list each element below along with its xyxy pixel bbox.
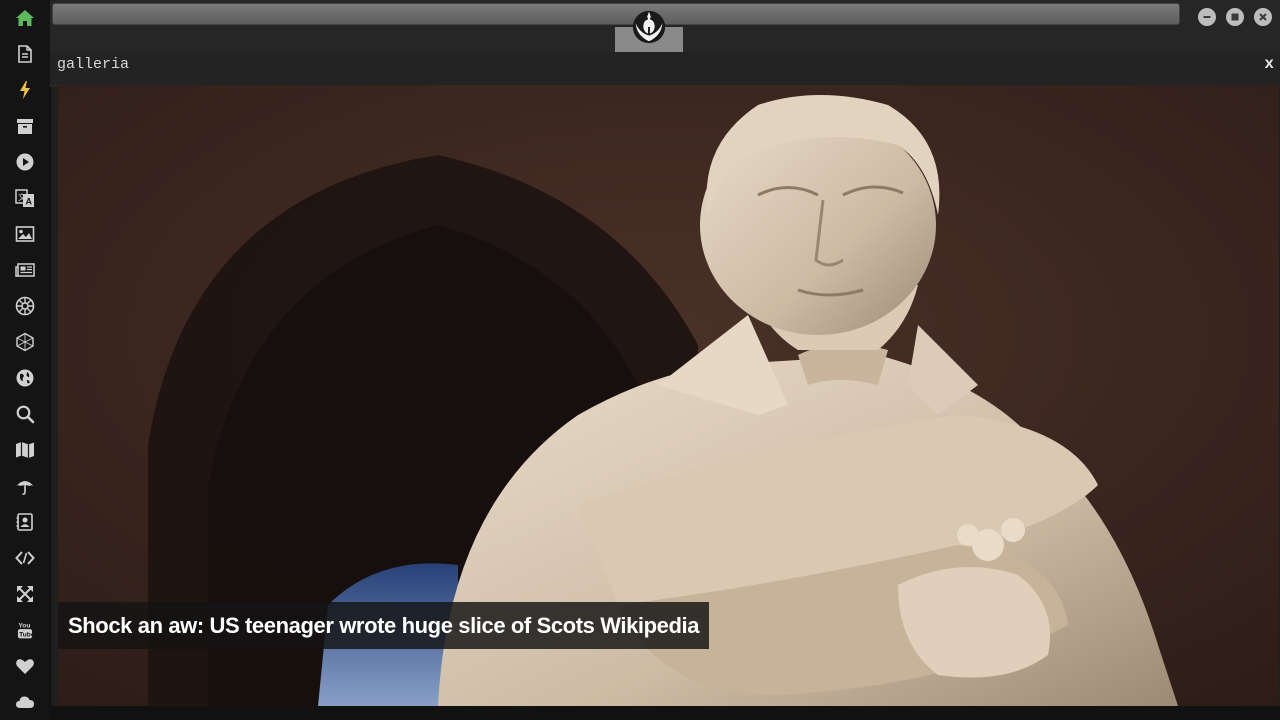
bolt-icon[interactable]: [13, 78, 37, 102]
galactic-empire-icon[interactable]: [13, 294, 37, 318]
translate-icon[interactable]: 文A: [13, 186, 37, 210]
cloud-icon[interactable]: [13, 690, 37, 714]
expand-icon[interactable]: [13, 582, 37, 606]
map-icon[interactable]: [13, 438, 37, 462]
rebel-alliance-icon: [632, 10, 666, 44]
home-icon[interactable]: [13, 6, 37, 30]
contact-card-icon[interactable]: [13, 510, 37, 534]
svg-text:Tube: Tube: [19, 632, 35, 639]
svg-text:A: A: [26, 197, 33, 207]
app-window: 文A You Tube galleria x Shock an aw: US t…: [0, 0, 1280, 720]
play-icon[interactable]: [13, 150, 37, 174]
close-window-button[interactable]: [1254, 8, 1272, 26]
heart-icon[interactable]: [13, 654, 37, 678]
document-icon[interactable]: [13, 42, 37, 66]
sidebar: 文A You Tube: [0, 0, 51, 720]
bottom-strip: [50, 706, 1280, 720]
svg-text:You: You: [18, 623, 30, 630]
globe-icon[interactable]: [13, 366, 37, 390]
archive-icon[interactable]: [13, 114, 37, 138]
newspaper-icon[interactable]: [13, 258, 37, 282]
minimize-button[interactable]: [1198, 8, 1216, 26]
panel-header: galleria x: [50, 52, 1280, 86]
code-icon[interactable]: [13, 546, 37, 570]
umbrella-icon[interactable]: [13, 474, 37, 498]
hexagon-network-icon[interactable]: [13, 330, 37, 354]
address-bar[interactable]: [52, 3, 1180, 25]
panel-title: galleria: [57, 56, 130, 73]
title-bar: [50, 0, 1280, 52]
maximize-button[interactable]: [1226, 8, 1244, 26]
search-icon[interactable]: [13, 402, 37, 426]
youtube-icon[interactable]: You Tube: [13, 618, 37, 642]
image-icon[interactable]: [13, 222, 37, 246]
gallery-caption: Shock an aw: US teenager wrote huge slic…: [58, 602, 710, 649]
panel-close-button[interactable]: x: [1264, 55, 1274, 73]
